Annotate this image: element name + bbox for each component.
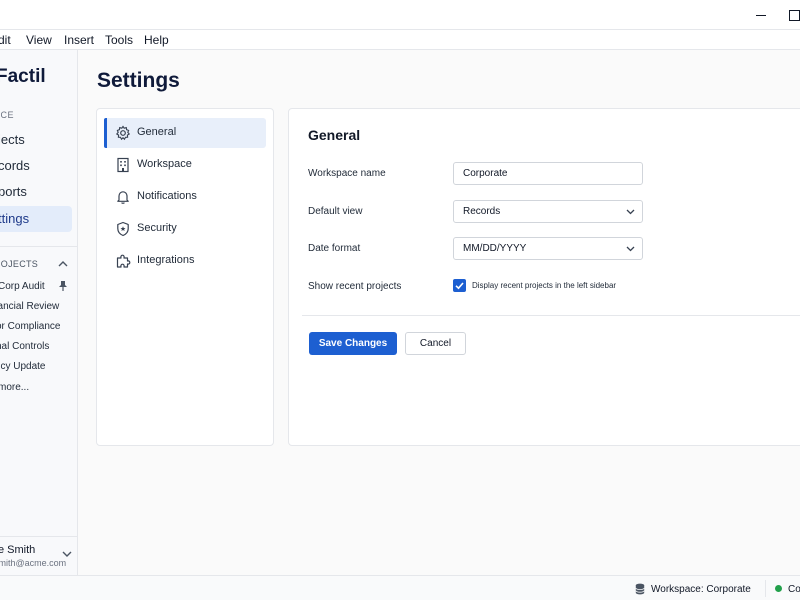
settings-tab-label: General [137, 126, 177, 138]
default-view-value: Records [463, 206, 501, 217]
connection-status-dot [775, 585, 782, 592]
menu-help[interactable]: Help [144, 33, 169, 47]
window-title: l [0, 8, 1, 22]
chevron-down-icon[interactable] [62, 550, 72, 558]
status-bar: Workspace: Corporate Co [0, 575, 800, 600]
project-item[interactable]: nancial Review [0, 301, 59, 312]
show-recent-label: Show recent projects [308, 281, 402, 292]
date-format-select[interactable]: MM/DD/YYYY [453, 237, 643, 260]
settings-nav: General Workspace Notifications Security… [96, 108, 274, 446]
chevron-down-icon [626, 209, 635, 215]
workspace-name-label: Workspace name [308, 168, 386, 179]
settings-tab-notifications[interactable]: Notifications [104, 182, 266, 212]
database-icon [635, 583, 645, 595]
pin-icon[interactable] [58, 280, 68, 292]
settings-tab-label: Integrations [137, 254, 195, 266]
chevron-up-icon[interactable] [58, 260, 68, 268]
project-item[interactable]: licy Update [0, 361, 45, 372]
settings-tab-label: Workspace [137, 158, 192, 170]
settings-tab-label: Notifications [137, 190, 197, 202]
show-recent-checkbox-label[interactable]: Display recent projects in the left side… [472, 281, 616, 290]
settings-tab-integrations[interactable]: Integrations [104, 246, 266, 276]
date-format-label: Date format [308, 243, 361, 254]
menu-insert[interactable]: Insert [64, 33, 94, 47]
user-name: e Smith [0, 544, 36, 556]
date-format-value: MM/DD/YYYY [463, 243, 527, 254]
shield-icon [117, 221, 129, 237]
recent-projects-header: ROJECTS [0, 259, 39, 269]
sidebar-item-settings[interactable]: ttings [0, 206, 72, 232]
settings-tab-label: Security [137, 222, 177, 234]
settings-tab-workspace[interactable]: Workspace [104, 150, 266, 180]
title-bar: l [0, 0, 800, 30]
chevron-down-icon [626, 246, 635, 252]
puzzle-icon [116, 254, 131, 268]
panel-divider [302, 315, 800, 316]
project-item[interactable]: nal Controls [0, 341, 49, 352]
main-content: Settings General Workspace Notifications… [78, 50, 800, 575]
sidebar: Factil ACE jects cords ports ttings ROJE… [0, 50, 78, 575]
status-separator [765, 580, 766, 597]
sidebar-item-reports[interactable]: ports [0, 179, 72, 205]
default-view-label: Default view [308, 206, 363, 217]
bell-icon [117, 191, 129, 204]
cancel-button[interactable]: Cancel [405, 332, 466, 355]
save-changes-button[interactable]: Save Changes [309, 332, 397, 355]
general-settings-panel: General Workspace name Corporate Default… [288, 108, 800, 446]
status-workspace: Workspace: Corporate [651, 584, 751, 595]
workspace-section-label: ACE [0, 110, 15, 120]
sidebar-divider [0, 536, 77, 537]
project-item[interactable]: or Compliance [0, 321, 60, 332]
minimize-icon[interactable] [753, 7, 769, 23]
connection-status: Co [788, 584, 800, 595]
settings-tab-security[interactable]: Security [104, 214, 266, 244]
show-recent-checkbox[interactable] [453, 279, 466, 292]
user-email: smith@acme.com [0, 558, 67, 568]
app-logo: Factil [0, 66, 46, 87]
maximize-icon[interactable] [786, 7, 800, 23]
sidebar-item-records[interactable]: cords [0, 153, 72, 179]
menu-view[interactable]: View [26, 33, 52, 47]
default-view-select[interactable]: Records [453, 200, 643, 223]
more-projects-link[interactable]: more... [0, 382, 29, 393]
page-title: Settings [97, 69, 180, 92]
menu-bar: dit View Insert Tools Help [0, 30, 800, 50]
project-item[interactable]: Corp Audit [0, 281, 45, 292]
sidebar-divider [0, 246, 77, 247]
menu-tools[interactable]: Tools [105, 33, 133, 47]
panel-title: General [308, 127, 361, 143]
gear-icon [115, 125, 131, 141]
checkmark-icon [455, 282, 464, 290]
workspace-name-input[interactable]: Corporate [453, 162, 643, 185]
menu-edit[interactable]: dit [0, 33, 11, 47]
sidebar-item-projects[interactable]: jects [0, 127, 72, 153]
building-icon [117, 157, 129, 173]
settings-tab-general[interactable]: General [104, 118, 266, 148]
